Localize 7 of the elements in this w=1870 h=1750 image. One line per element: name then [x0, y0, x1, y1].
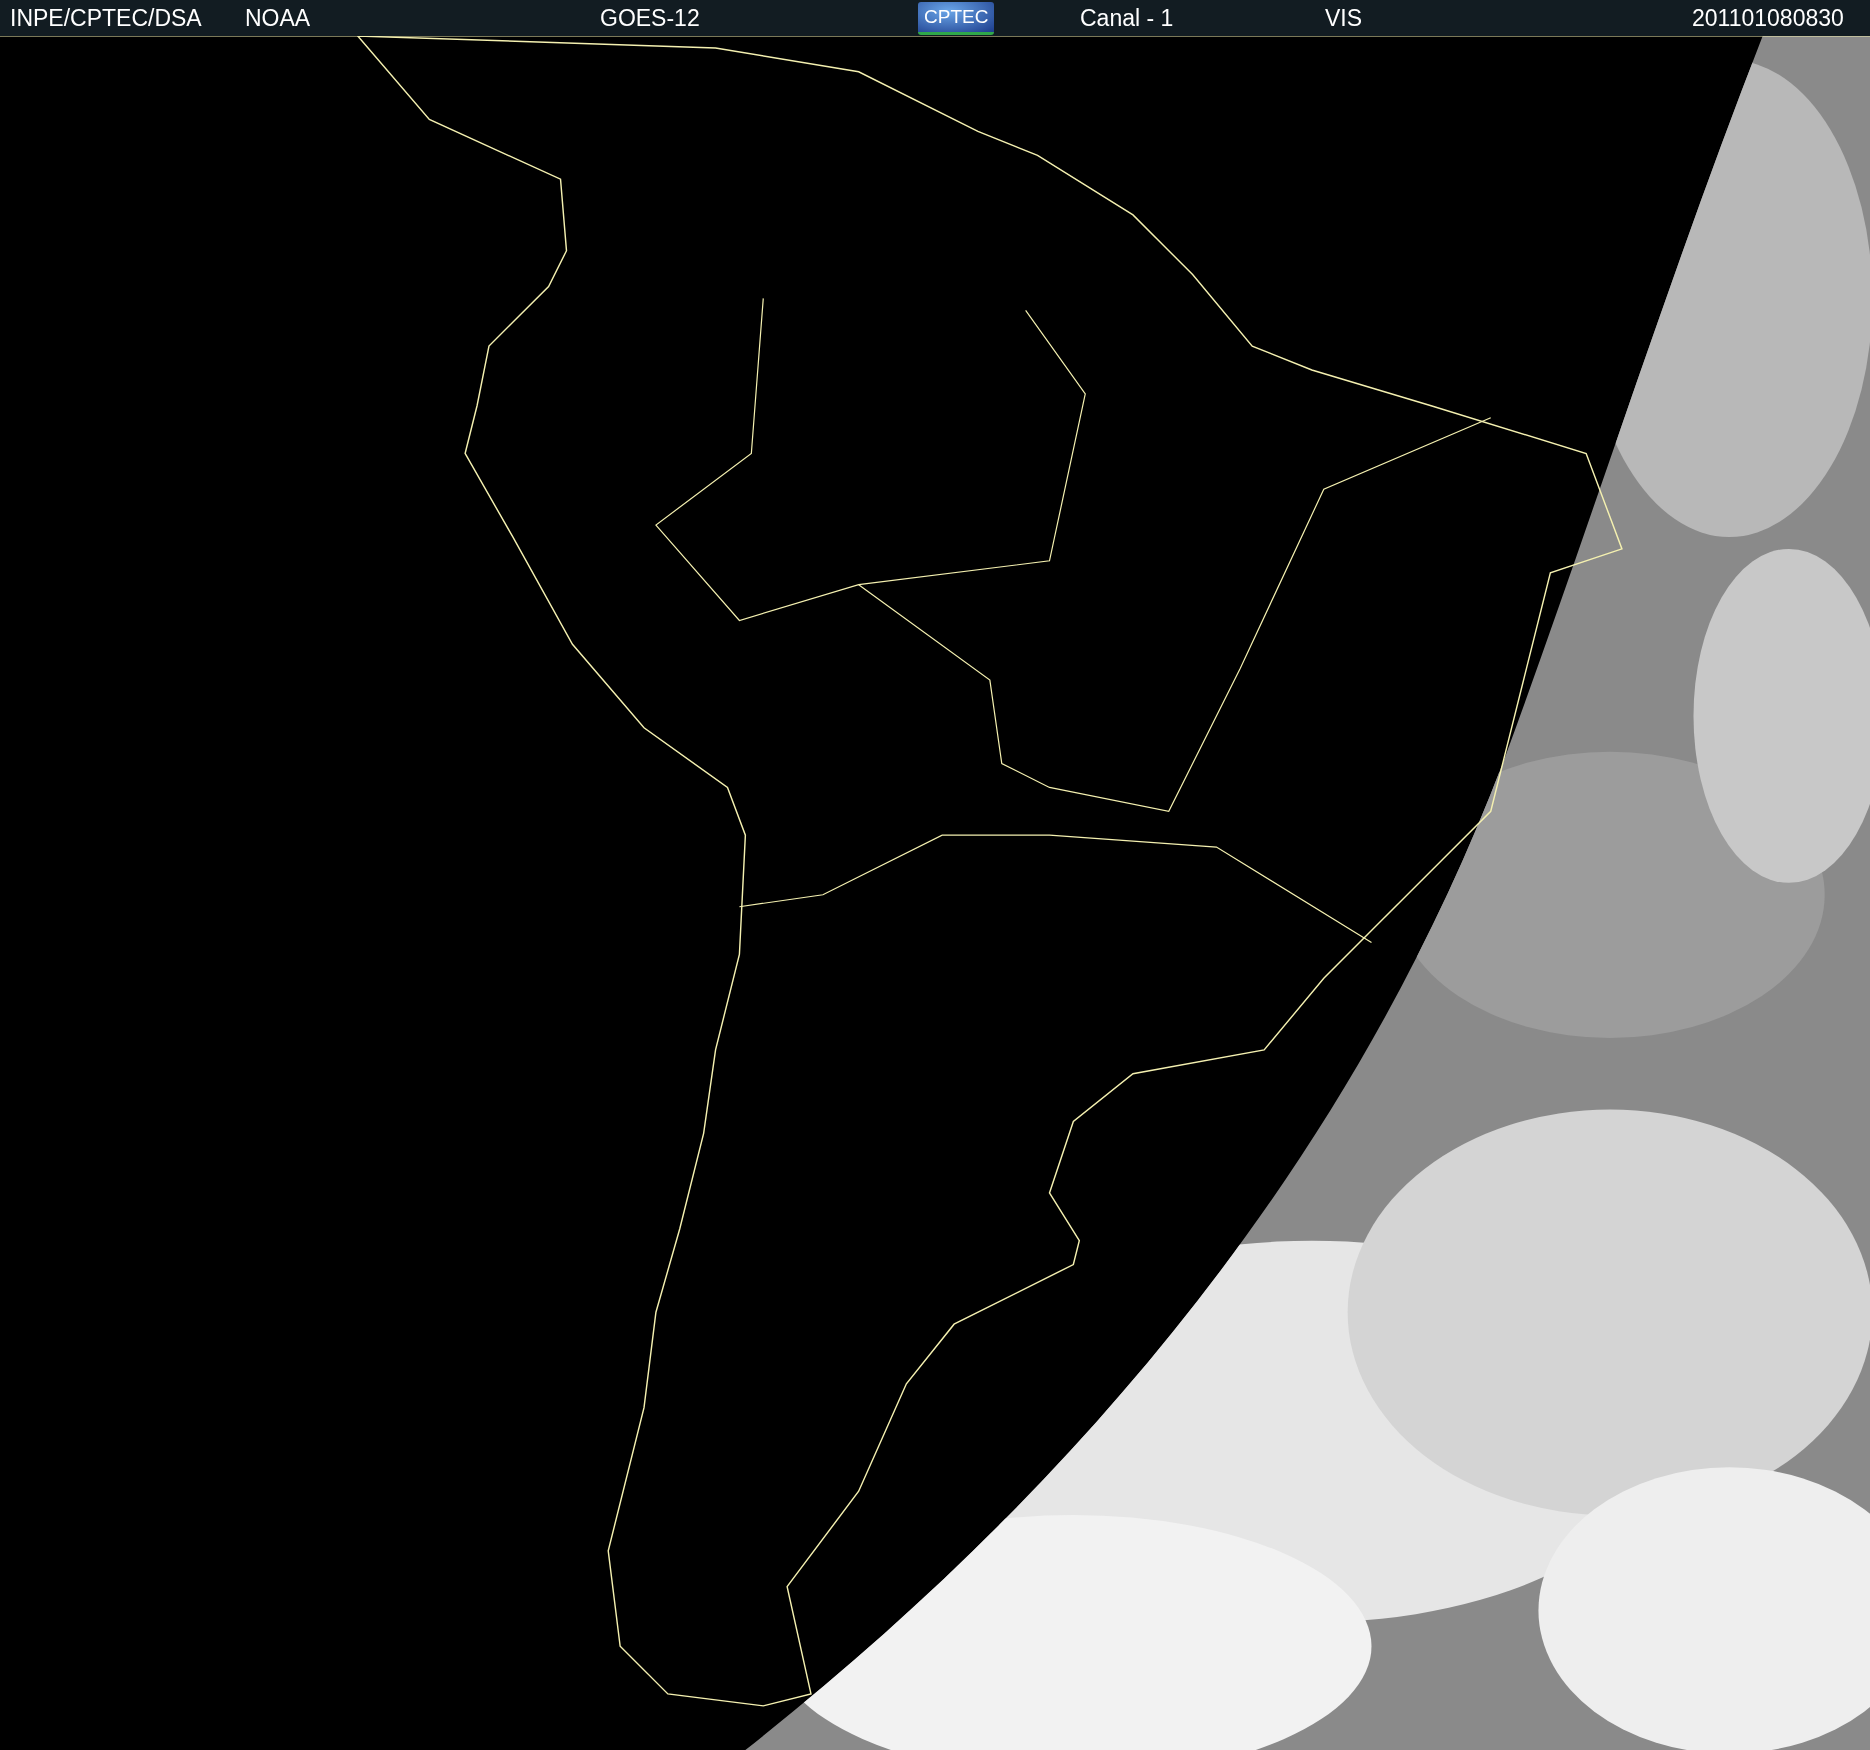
header-text: GOES-12 [600, 4, 700, 32]
logo: CPTEC [918, 1, 995, 35]
header-text: VIS [1325, 4, 1363, 32]
header-text: INPE/CPTEC/DSA [10, 4, 202, 32]
header-text: 201101080830 [1692, 4, 1844, 32]
header-text: Canal - 1 [1080, 4, 1174, 32]
header-text: NOAA [245, 4, 311, 32]
